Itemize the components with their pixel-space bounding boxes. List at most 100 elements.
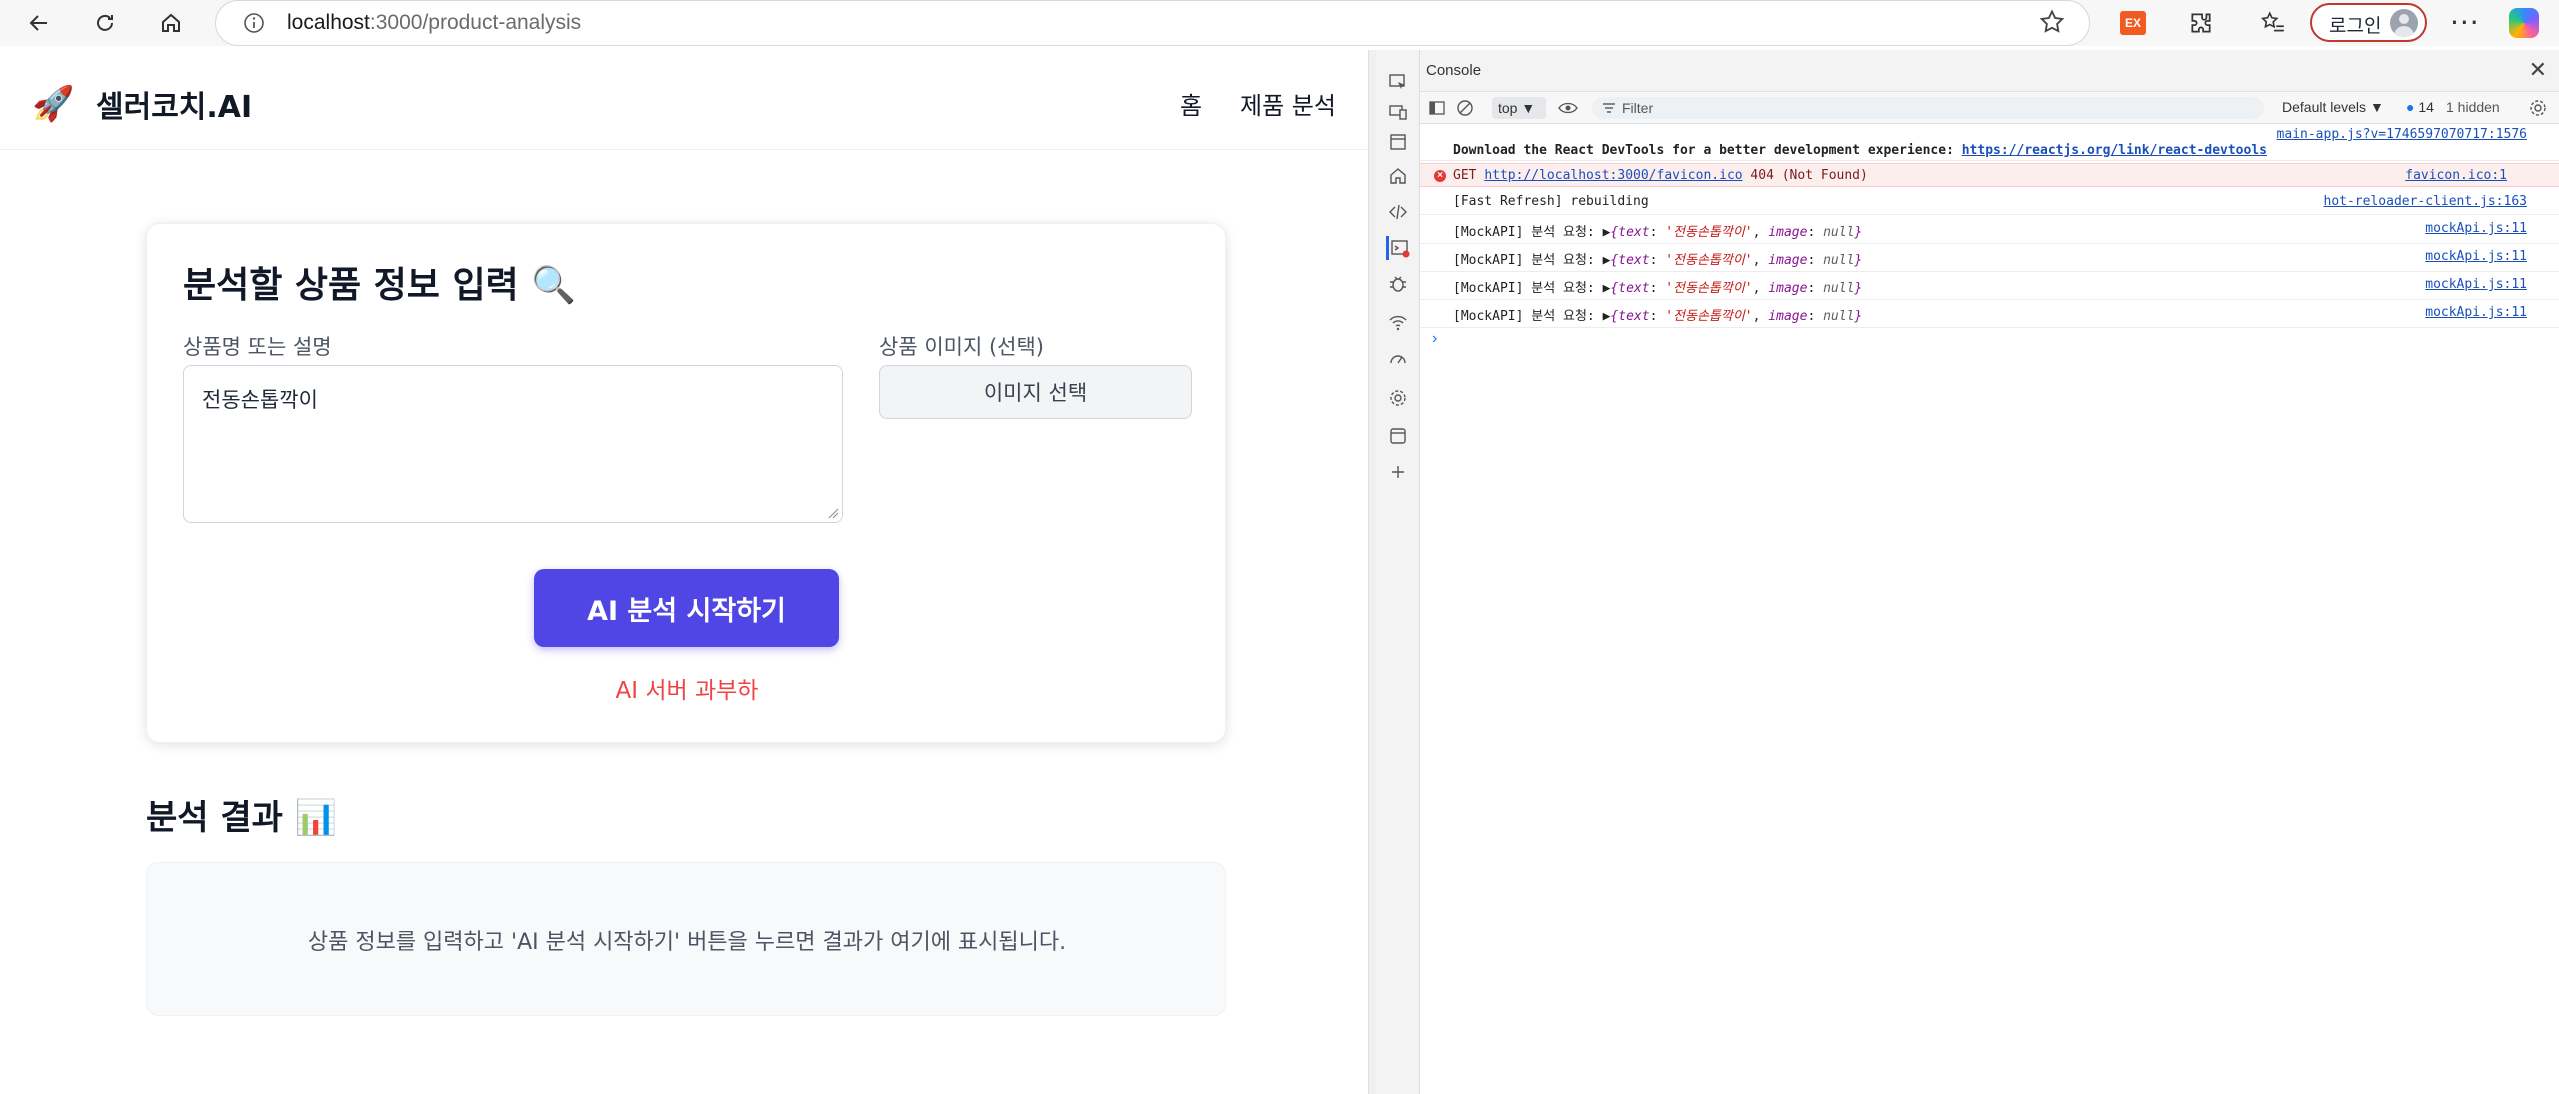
elements-code-icon[interactable] [1386,200,1410,224]
url-text[interactable]: localhost:3000/product-analysis [287,11,581,35]
favorite-star-icon[interactable] [2038,8,2066,36]
log-row: [MockAPI] 분석 요청: ▶{text: '전동손톱깍이', image… [1420,216,2559,244]
obj-key-text: text [1618,309,1650,324]
home-icon [162,13,180,32]
sidebar-toggle-icon[interactable] [1428,99,1446,117]
magnifier-icon: 🔍 [531,265,577,306]
site-info-icon[interactable] [243,12,265,34]
console-icon[interactable] [1386,236,1410,260]
obj-key-image: image [1768,281,1808,296]
context-value: top [1498,100,1518,116]
puzzle-icon [2191,13,2211,33]
log-row: [Fast Refresh] rebuilding hot-reloader-c… [1420,189,2559,215]
description-textarea[interactable]: 전동손톱깍이 [183,365,843,523]
log-row: [MockAPI] 분석 요청: ▶{text: '전동손톱깍이', image… [1420,300,2559,328]
dropdown-arrow-icon: ▼ [1521,100,1536,116]
back-button[interactable] [22,6,56,40]
hidden-count: 1 hidden [2446,99,2500,115]
log-row: [MockAPI] 분석 요청: ▶{text: '전동손톱깍이', image… [1420,272,2559,300]
login-button[interactable]: 로그인 [2310,3,2427,42]
result-title: 분석 결과 📊 [146,790,337,839]
error-method: GET [1453,168,1477,183]
context-select[interactable]: top ▼ [1492,97,1546,119]
performance-icon[interactable] [1386,348,1410,372]
image-select-button[interactable]: 이미지 선택 [879,365,1192,419]
log-source-link[interactable]: mockApi.js:11 [2425,277,2527,292]
brand-logo[interactable]: 셀러코치.AI [96,82,252,126]
avatar-icon [2390,9,2418,37]
log-source-link[interactable]: favicon.ico:1 [2405,168,2507,183]
result-box: 상품 정보를 입력하고 'AI 분석 시작하기' 버튼을 누르면 결과가 여기에… [146,862,1226,1016]
application-icon[interactable] [1386,424,1410,448]
dropdown-arrow-icon: ▼ [2369,99,2384,115]
console-prompt-row[interactable]: › [1420,330,2559,352]
favorites-list-icon [2260,11,2284,32]
bar-chart-icon: 📊 [294,798,338,838]
welcome-home-icon[interactable] [1386,164,1410,188]
more-tools-plus-icon[interactable] [1386,460,1410,484]
obj-key-text: text [1618,225,1650,240]
home-button[interactable] [154,6,188,40]
obj-value-image: null [1823,253,1855,268]
more-menu-icon[interactable]: ··· [2450,6,2480,39]
log-message: [Fast Refresh] rebuilding [1453,194,1649,209]
log-message-text: [MockAPI] 분석 요청: [1453,253,1595,268]
url-host: localhost [287,11,370,34]
obj-key-text: text [1618,281,1650,296]
log-source-link[interactable]: hot-reloader-client.js:163 [2324,194,2528,209]
login-label: 로그인 [2329,15,2382,37]
debugger-bug-icon[interactable] [1386,272,1410,296]
filter-funnel-icon [1603,103,1615,113]
log-source-link[interactable]: mockApi.js:11 [2425,249,2527,264]
log-source-link[interactable]: mockApi.js:11 [2425,221,2527,236]
obj-value-text: '전동손톱깍이' [1665,281,1753,296]
extensions-button[interactable] [2186,8,2216,38]
settings-gear-icon[interactable] [1386,386,1410,410]
log-message-text: Download the React DevTools for a better… [1453,143,1962,158]
nav-product-analysis[interactable]: 제품 분석 [1240,86,1336,121]
start-analysis-button[interactable]: AI 분석 시작하기 [534,569,839,647]
description-label: 상품명 또는 설명 [183,335,332,359]
log-levels-label: Default levels [2282,99,2367,115]
resize-handle-icon[interactable] [827,507,839,519]
live-expression-eye-icon[interactable] [1558,100,1578,116]
issues-counter[interactable]: ● 14 [2406,99,2434,115]
filter-input[interactable]: Filter [1592,97,2264,119]
log-row: [MockAPI] 분석 요청: ▶{text: '전동손톱깍이', image… [1420,244,2559,272]
reload-button[interactable] [88,6,122,40]
log-message-text: [MockAPI] 분석 요청: [1453,225,1595,240]
network-wifi-icon[interactable] [1386,310,1410,334]
console-title: Console [1426,62,1482,79]
extension-ex-icon[interactable]: EX [2120,11,2146,35]
window-icon[interactable] [1386,130,1410,154]
console-toolbar: top ▼ Filter Default levels ▼ ● 14 1 hid… [1420,92,2559,124]
log-source-link[interactable]: mockApi.js:11 [2425,305,2527,320]
error-message: GET http://localhost:3000/favicon.ico 40… [1453,168,1868,183]
log-row: Download the React DevTools for a better… [1420,141,2559,161]
copilot-icon[interactable] [2509,8,2539,38]
react-devtools-link[interactable]: https://reactjs.org/link/react-devtools [1962,143,2267,158]
inspect-icon[interactable] [1386,70,1410,94]
device-toolbar-icon[interactable] [1386,100,1410,124]
filter-placeholder: Filter [1622,100,1654,116]
log-levels-dropdown[interactable]: Default levels ▼ [2282,99,2384,115]
log-message: [MockAPI] 분석 요청: ▶{text: '전동손톱깍이', image… [1453,281,1863,296]
clear-console-icon[interactable] [1456,99,1474,117]
obj-value-image: null [1823,225,1855,240]
devtools-console-panel: Console ✕ top ▼ Filter Default levels ▼ … [1420,50,2559,1094]
devtools-activity-bar [1376,50,1420,1094]
error-url-link[interactable]: http://localhost:3000/favicon.ico [1484,168,1742,183]
log-source-link[interactable]: main-app.js?v=1746597070717:1576 [2277,127,2527,142]
error-status: 404 (Not Found) [1750,168,1868,183]
log-message: [MockAPI] 분석 요청: ▶{text: '전동손톱깍이', image… [1453,309,1863,324]
error-log-row: × GET http://localhost:3000/favicon.ico … [1420,163,2559,187]
console-settings-gear-icon[interactable] [2528,98,2548,118]
url-path: :3000/product-analysis [369,11,582,34]
nav-home[interactable]: 홈 [1180,86,1202,121]
devtools-splitter[interactable] [1368,50,1376,1094]
devtools-title-bar: Console ✕ [1420,50,2559,92]
rocket-icon: 🚀 [32,84,75,124]
reload-icon [97,14,113,31]
close-icon[interactable]: ✕ [2529,58,2547,83]
favorites-button[interactable] [2258,8,2288,38]
